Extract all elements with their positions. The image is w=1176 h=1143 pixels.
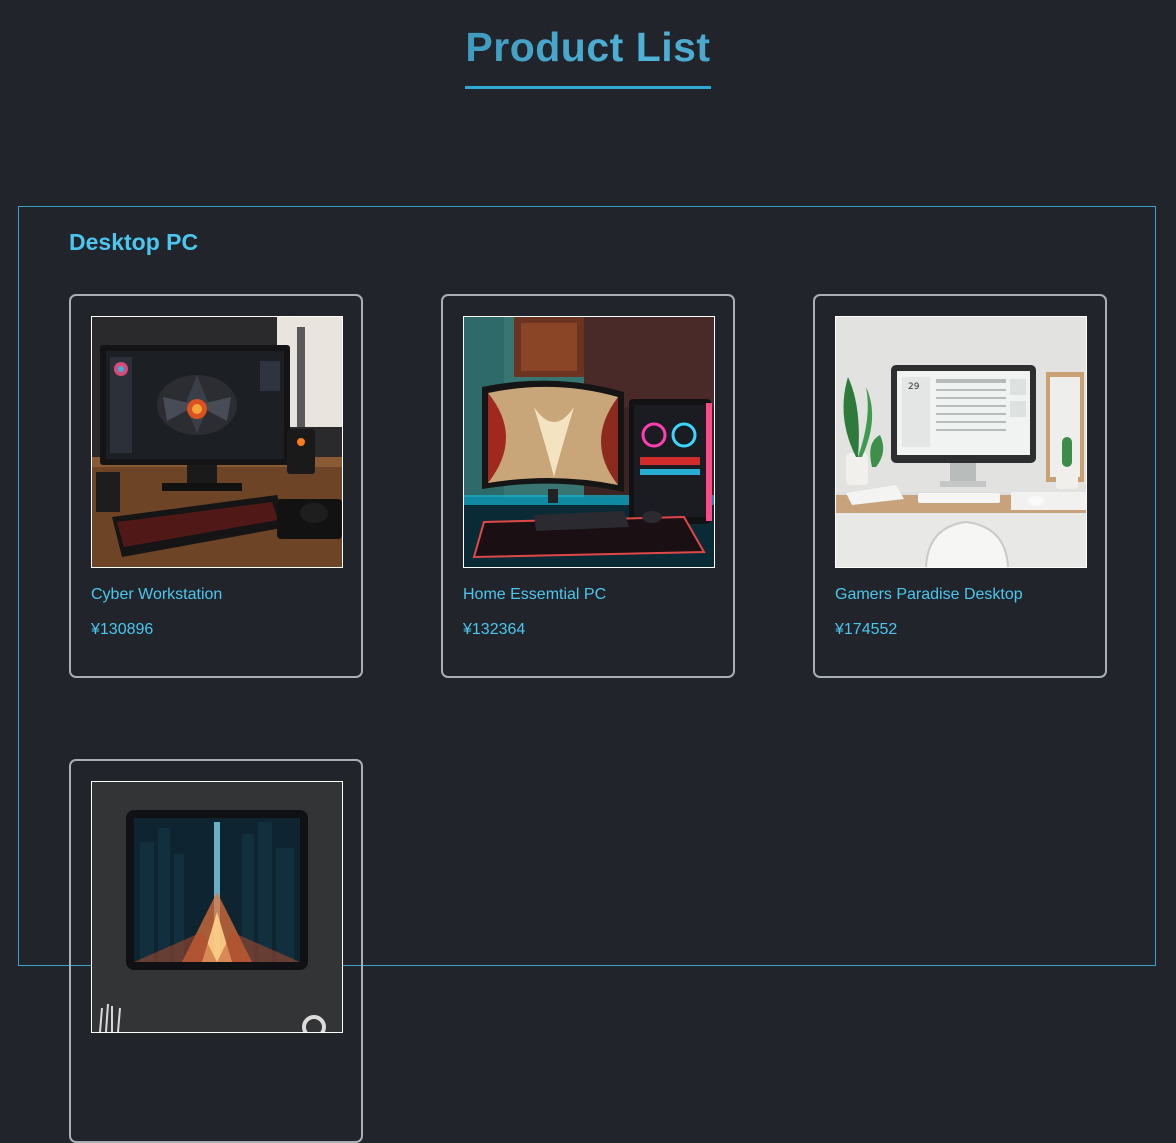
product-image[interactable] [91,781,343,1033]
product-name[interactable]: Home Essemtial PC [463,586,606,604]
product-price: ¥130896 [91,621,154,638]
title-underline [465,86,711,89]
product-section: Desktop PC Cyber Workstation ¥130896 Hom… [18,206,1156,1143]
minimal-desk-image: 29 [836,317,1086,567]
product-price: ¥132364 [463,621,526,638]
svg-text:29: 29 [908,382,920,392]
cityscape-monitor-image [92,782,342,1032]
product-card[interactable]: Cyber Workstation ¥130896 [69,294,363,678]
product-image[interactable] [463,316,715,568]
product-price: ¥174552 [835,621,898,638]
product-image[interactable]: 29 [835,316,1087,568]
section-title: Desktop PC [69,229,199,255]
product-card[interactable] [69,759,363,1143]
product-name[interactable]: Cyber Workstation [91,586,222,604]
product-name[interactable]: Gamers Paradise Desktop [835,586,1023,604]
gaming-setup-image [464,317,714,567]
page-title: Product List [0,24,1176,71]
workstation-image [92,317,342,567]
product-card[interactable]: 29 Gamers Paradise Desktop ¥174552 [813,294,1107,678]
product-image[interactable] [91,316,343,568]
product-card[interactable]: Home Essemtial PC ¥132364 [441,294,735,678]
